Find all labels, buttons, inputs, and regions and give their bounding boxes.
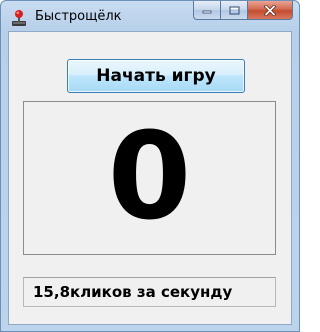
app-window: Быстрощёлк Начать игру 0 15,8кликов за с… <box>0 0 300 332</box>
window-title: Быстрощёлк <box>35 9 122 24</box>
close-icon <box>264 4 276 16</box>
start-game-button[interactable]: Начать игру <box>67 59 245 93</box>
caption-buttons <box>193 1 293 21</box>
joystick-icon <box>12 10 26 26</box>
click-rate-text: 15,8кликов за секунду <box>33 283 233 301</box>
close-button[interactable] <box>247 1 293 20</box>
maximize-icon <box>229 6 239 14</box>
click-counter-panel[interactable]: 0 <box>23 101 276 255</box>
click-rate-box: 15,8кликов за секунду <box>23 277 276 307</box>
client-area: Начать игру 0 15,8кликов за секунду <box>8 31 292 325</box>
minimize-button[interactable] <box>193 1 220 20</box>
minimize-icon <box>202 10 212 14</box>
maximize-button[interactable] <box>220 1 247 20</box>
title-bar[interactable]: Быстрощёлк <box>1 1 299 31</box>
click-counter-value: 0 <box>107 108 192 247</box>
